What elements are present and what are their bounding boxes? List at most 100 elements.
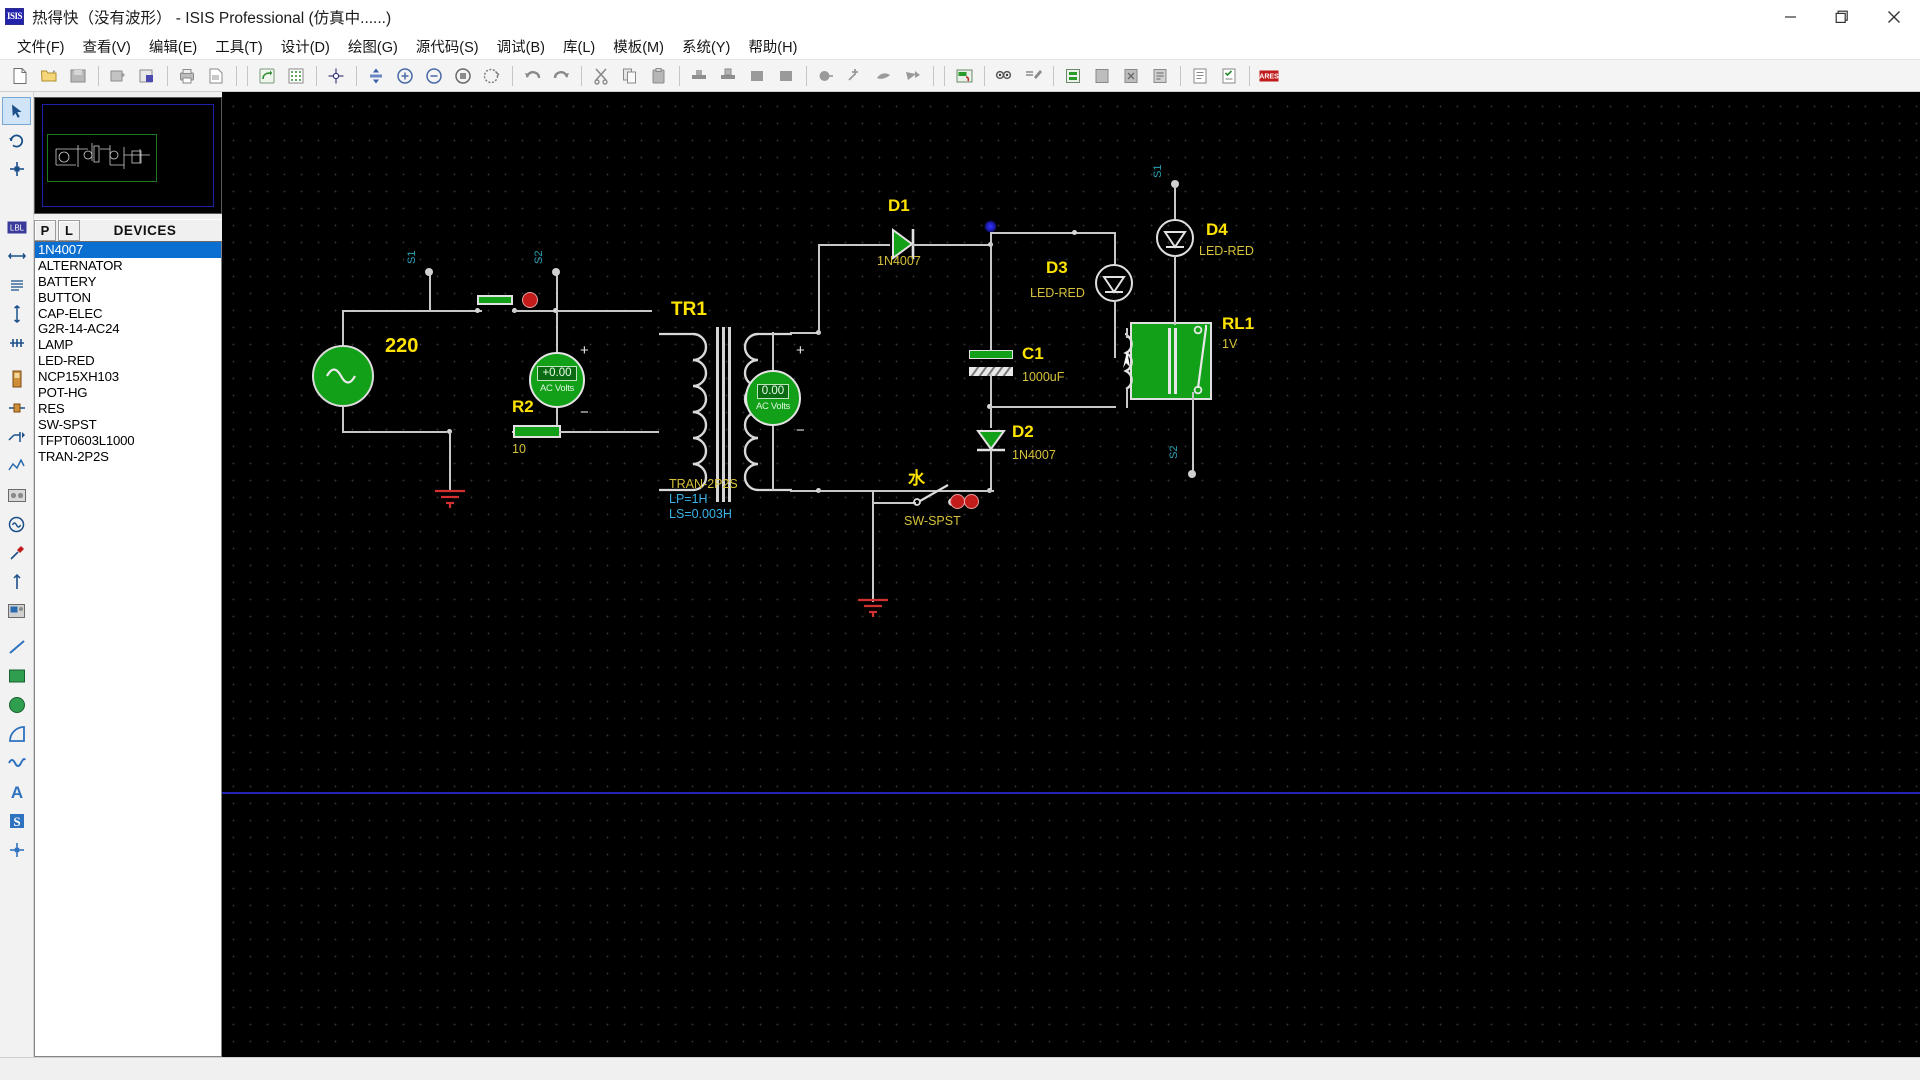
toggle-grid-icon[interactable] — [282, 62, 310, 89]
remove-sheet-icon[interactable] — [1088, 62, 1116, 89]
generator-mode-icon[interactable] — [2, 510, 31, 538]
close-button[interactable] — [1868, 0, 1920, 33]
move-block-icon[interactable] — [714, 62, 742, 89]
led-d4[interactable] — [1156, 219, 1194, 257]
list-item[interactable]: BATTERY — [35, 274, 221, 290]
subcircuit-mode-icon[interactable] — [2, 365, 31, 393]
redo-icon[interactable] — [547, 62, 575, 89]
mirror-horizontal-icon[interactable] — [2, 242, 31, 270]
maximize-button[interactable] — [1816, 0, 1868, 33]
bus-mode-icon[interactable] — [2, 329, 31, 357]
list-item[interactable]: NCP15XH103 — [35, 369, 221, 385]
delete-block-icon[interactable] — [772, 62, 800, 89]
terminal-pin[interactable] — [425, 268, 433, 276]
menu-source[interactable]: 源代码(S) — [407, 34, 488, 60]
led-d3[interactable] — [1095, 264, 1133, 302]
property-assign-icon[interactable] — [1019, 62, 1047, 89]
electrical-rules-icon[interactable] — [1215, 62, 1243, 89]
import-section-icon[interactable] — [104, 62, 132, 89]
list-item[interactable]: POT-HG — [35, 385, 221, 401]
library-manager-button[interactable]: L — [58, 220, 80, 241]
list-item[interactable]: CAP-ELEC — [35, 306, 221, 322]
zoom-all-icon[interactable] — [478, 62, 506, 89]
list-item[interactable]: BUTTON — [35, 290, 221, 306]
menu-design[interactable]: 设计(D) — [272, 34, 339, 60]
zoom-in-icon[interactable] — [391, 62, 419, 89]
graph-mode-icon[interactable] — [2, 452, 31, 480]
print-icon[interactable] — [173, 62, 201, 89]
list-item[interactable]: TFPT0603L1000 — [35, 433, 221, 449]
packaging-tool-icon[interactable] — [870, 62, 898, 89]
zoom-area-icon[interactable] — [449, 62, 477, 89]
save-file-icon[interactable] — [64, 62, 92, 89]
line-tool-icon[interactable] — [2, 633, 31, 661]
print-area-icon[interactable] — [202, 62, 230, 89]
voltage-probe-mode-icon[interactable] — [2, 539, 31, 567]
arc-tool-icon[interactable] — [2, 720, 31, 748]
bill-of-materials-icon[interactable] — [1186, 62, 1214, 89]
list-item[interactable]: RES — [35, 401, 221, 417]
transformer-primary-coil[interactable] — [659, 332, 715, 497]
list-item[interactable]: LED-RED — [35, 353, 221, 369]
pick-device-icon[interactable] — [812, 62, 840, 89]
exit-sheet-icon[interactable] — [1117, 62, 1145, 89]
device-pin-mode-icon[interactable] — [2, 423, 31, 451]
devices-list[interactable]: 1N4007 ALTERNATOR BATTERY BUTTON CAP-ELE… — [34, 241, 222, 1057]
switch-actuator-open-icon[interactable] — [964, 494, 979, 509]
path-tool-icon[interactable] — [2, 749, 31, 777]
mirror-vertical-icon[interactable] — [2, 300, 31, 328]
cut-icon[interactable] — [587, 62, 615, 89]
menu-view[interactable]: 查看(V) — [74, 34, 140, 60]
circle-tool-icon[interactable] — [2, 691, 31, 719]
zoom-out-icon[interactable] — [420, 62, 448, 89]
symbol-tool-icon[interactable]: S — [2, 807, 31, 835]
text-script-mode-icon[interactable] — [2, 271, 31, 299]
new-sheet-icon[interactable] — [1059, 62, 1087, 89]
minimize-button[interactable] — [1764, 0, 1816, 33]
hierarchy-icon[interactable] — [1146, 62, 1174, 89]
export-section-icon[interactable] — [133, 62, 161, 89]
capacitor-c1-plate-positive[interactable] — [969, 350, 1013, 359]
list-item[interactable]: 1N4007 — [35, 242, 221, 258]
list-item[interactable]: LAMP — [35, 337, 221, 353]
menu-library[interactable]: 库(L) — [554, 34, 604, 60]
ac-source-v1[interactable] — [312, 345, 374, 407]
copy-icon[interactable] — [616, 62, 644, 89]
terminal-pin[interactable] — [552, 268, 560, 276]
design-explorer-icon[interactable] — [990, 62, 1018, 89]
wire-label-mode-icon[interactable]: LBL — [2, 213, 31, 241]
rotate-clockwise-icon[interactable] — [2, 126, 31, 154]
list-item[interactable]: ALTERNATOR — [35, 258, 221, 274]
selection-mode-icon[interactable] — [2, 97, 31, 125]
netlist-ares-icon[interactable]: ARES — [1255, 62, 1283, 89]
tape-recorder-mode-icon[interactable] — [2, 481, 31, 509]
switch-button[interactable] — [477, 295, 513, 305]
pick-from-libraries-button[interactable]: P — [34, 220, 56, 241]
open-file-icon[interactable] — [35, 62, 63, 89]
list-item[interactable]: TRAN-2P2S — [35, 449, 221, 465]
overview-preview[interactable] — [34, 97, 222, 214]
refresh-display-icon[interactable] — [253, 62, 281, 89]
menu-help[interactable]: 帮助(H) — [739, 34, 806, 60]
menu-tools[interactable]: 工具(T) — [206, 34, 272, 60]
virtual-instrument-mode-icon[interactable] — [2, 597, 31, 625]
marker-tool-icon[interactable] — [2, 836, 31, 864]
box-tool-icon[interactable] — [2, 662, 31, 690]
copy-block-icon[interactable] — [685, 62, 713, 89]
rotate-block-icon[interactable] — [743, 62, 771, 89]
paste-icon[interactable] — [645, 62, 673, 89]
list-item[interactable]: G2R-14-AC24 — [35, 321, 221, 337]
menu-system[interactable]: 系统(Y) — [673, 34, 739, 60]
switch-actuator-close-icon[interactable] — [950, 494, 965, 509]
button-actuator-icon[interactable] — [522, 292, 538, 308]
current-probe-mode-icon[interactable] — [2, 568, 31, 596]
make-device-icon[interactable] — [841, 62, 869, 89]
rotation-field[interactable] — [2, 184, 31, 212]
menu-edit[interactable]: 编辑(E) — [140, 34, 206, 60]
decompose-icon[interactable] — [899, 62, 927, 89]
resistor-r2[interactable] — [513, 425, 561, 438]
origin-icon[interactable] — [322, 62, 350, 89]
schematic-canvas-area[interactable]: S1 S2 220 + +0.00 AC Volts − R2 10 TR1 T… — [222, 92, 1920, 1057]
undo-icon[interactable] — [518, 62, 546, 89]
component-mode-icon[interactable] — [2, 155, 31, 183]
